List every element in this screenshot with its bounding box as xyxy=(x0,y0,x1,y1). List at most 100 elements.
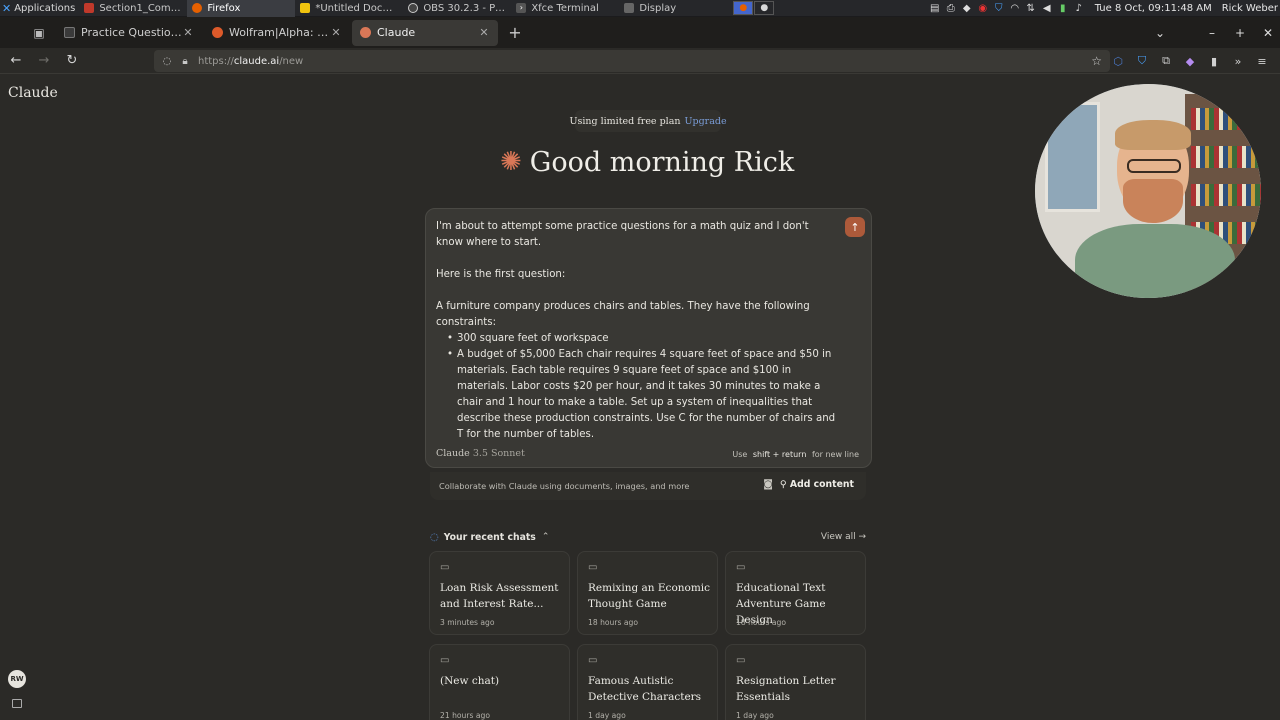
back-button[interactable]: ← xyxy=(4,50,28,72)
workspace-2[interactable]: ● xyxy=(754,1,775,15)
close-window-button[interactable]: ✕ xyxy=(1258,26,1278,40)
dropbox-icon[interactable]: ◆ xyxy=(961,3,973,15)
recent-chats-title[interactable]: Your recent chats xyxy=(444,532,536,543)
chat-bubble-icon: ▭ xyxy=(736,562,746,573)
paperclip-icon: ⚲ xyxy=(779,479,787,490)
model-name: Claude xyxy=(436,448,470,459)
volume-icon[interactable]: ◀ xyxy=(1041,3,1053,15)
task-document[interactable]: *Untitled Docume... xyxy=(295,0,403,17)
applications-menu[interactable]: ✕ Applications xyxy=(0,0,79,17)
workspace-pager[interactable]: ● ● xyxy=(733,1,775,15)
wolfram-icon xyxy=(212,27,223,38)
maximize-button[interactable]: + xyxy=(1230,26,1250,40)
new-tab-button[interactable]: + xyxy=(504,22,526,44)
model-selector[interactable]: Claude 3.5 Sonnet xyxy=(436,448,525,459)
extension-icon[interactable]: ⬡ xyxy=(1106,55,1130,68)
newline-hint: Use shift + return for new line xyxy=(732,450,859,459)
shield-icon[interactable]: ◌ xyxy=(162,56,172,67)
task-display[interactable]: Display xyxy=(619,0,727,17)
tab-wolfram-alpha[interactable]: Wolfram|Alpha: Computa ✕ xyxy=(204,20,350,46)
plan-text: Using limited free plan xyxy=(569,115,681,127)
forward-button[interactable]: → xyxy=(32,50,56,72)
address-bar[interactable]: ◌ 🔒︎ https://claude.ai/new ☆ xyxy=(154,50,1110,72)
extension-icon[interactable]: ◆ xyxy=(1178,55,1202,68)
network-icon[interactable]: ⇅ xyxy=(1025,3,1037,15)
chat-title: (New chat) xyxy=(440,675,500,687)
user-menu[interactable]: Rick Weber xyxy=(1222,3,1278,14)
chat-bubble-icon: ▭ xyxy=(736,655,746,666)
printer-icon[interactable]: ⎙ xyxy=(945,3,957,15)
clock[interactable]: Tue 8 Oct, 09:11:48 AM xyxy=(1095,3,1212,14)
chat-title: Remixing an Economic Thought Game xyxy=(588,582,711,610)
task-pdf[interactable]: Section1_Complet... xyxy=(79,0,187,17)
close-icon[interactable]: ✕ xyxy=(478,26,490,39)
message-paragraph: Here is the first question: xyxy=(436,269,566,280)
message-paragraph: A furniture company produces chairs and … xyxy=(436,301,810,328)
send-button[interactable]: ↑ xyxy=(845,217,865,237)
tab-label: Practice Questions for th xyxy=(81,26,182,39)
overflow-icon[interactable]: » xyxy=(1226,55,1250,68)
firefox-icon: ● xyxy=(739,3,748,13)
webcam-books xyxy=(1191,146,1261,168)
close-icon[interactable]: ✕ xyxy=(182,26,194,39)
tab-label: Wolfram|Alpha: Computa xyxy=(229,26,330,39)
greeting-text: Good morning Rick xyxy=(529,146,795,178)
url-host: claude.ai xyxy=(233,55,280,67)
reader-icon[interactable]: ▮ xyxy=(1202,55,1226,68)
recent-chat-card[interactable]: ▭ Famous Autistic Detective Characters 1… xyxy=(577,644,718,720)
lock-icon[interactable]: 🔒︎ xyxy=(180,56,190,67)
menu-icon[interactable]: ≡ xyxy=(1250,55,1274,68)
tab-claude[interactable]: Claude ✕ xyxy=(352,19,498,46)
sidebar-toggle-icon[interactable] xyxy=(12,699,22,708)
close-icon[interactable]: ✕ xyxy=(330,26,342,39)
chat-title: Famous Autistic Detective Characters xyxy=(588,675,702,703)
tab-list-icon[interactable]: ▣ xyxy=(28,22,50,44)
chat-bubble-icon: ▭ xyxy=(588,562,598,573)
tab-practice-questions[interactable]: Practice Questions for th ✕ xyxy=(56,20,202,46)
message-paragraph: I'm about to attempt some practice quest… xyxy=(436,221,809,248)
recent-chat-card[interactable]: ▭ (New chat) 21 hours ago xyxy=(429,644,570,720)
user-avatar[interactable]: RW xyxy=(8,670,26,688)
task-terminal[interactable]: › Xfce Terminal xyxy=(511,0,619,17)
task-firefox[interactable]: Firefox xyxy=(187,0,296,17)
chat-bubbles-icon: ◌ xyxy=(430,531,439,543)
clipboard-icon[interactable]: ▤ xyxy=(929,3,941,15)
battery-icon[interactable]: ▮ xyxy=(1057,3,1069,15)
add-content-button[interactable]: ⚲ Add content xyxy=(780,479,854,490)
upgrade-link[interactable]: Upgrade xyxy=(684,116,726,127)
url-path: /new xyxy=(279,55,304,67)
pdf-icon xyxy=(84,3,95,13)
workspace-1[interactable]: ● xyxy=(733,1,754,15)
chevron-up-icon[interactable]: ⌃ xyxy=(542,532,550,542)
url-protocol: https:// xyxy=(198,55,234,67)
webcam-books xyxy=(1191,184,1261,206)
chat-time: 3 minutes ago xyxy=(440,618,495,627)
puzzle-icon[interactable]: ⧉ xyxy=(1154,54,1178,68)
bell-icon[interactable]: ♪ xyxy=(1073,3,1085,15)
hint-use: Use xyxy=(732,450,748,459)
message-composer[interactable]: I'm about to attempt some practice quest… xyxy=(425,208,872,468)
brand-logo[interactable]: Claude xyxy=(8,85,58,101)
camera-icon[interactable]: ◙ xyxy=(763,479,773,490)
recent-chat-card[interactable]: ▭ Remixing an Economic Thought Game 18 h… xyxy=(577,551,718,635)
shield-icon[interactable]: ⛉ xyxy=(993,3,1005,15)
chevron-down-icon[interactable]: ⌄ xyxy=(1150,26,1170,40)
reload-button[interactable]: ↻ xyxy=(60,50,84,72)
arrow-up-icon: ↑ xyxy=(850,220,860,234)
os-taskbar: ✕ Applications Section1_Complet... Firef… xyxy=(0,0,1280,17)
bookmark-star-icon[interactable]: ☆ xyxy=(1091,54,1102,68)
recent-chat-card[interactable]: ▭ Resignation Letter Essentials 1 day ag… xyxy=(725,644,866,720)
bitwarden-icon[interactable]: ⛉ xyxy=(1130,54,1154,68)
task-obs[interactable]: OBS 30.2.3 - Profil... xyxy=(403,0,511,17)
wifi-icon[interactable]: ◠ xyxy=(1009,3,1021,15)
task-label: Firefox xyxy=(207,2,241,14)
view-all-link[interactable]: View all → xyxy=(821,532,866,542)
task-label: *Untitled Docume... xyxy=(315,2,399,14)
chat-time: 18 hours ago xyxy=(736,618,786,627)
minimize-button[interactable]: – xyxy=(1202,26,1222,40)
recent-chat-card[interactable]: ▭ Educational Text Adventure Game Design… xyxy=(725,551,866,635)
message-input[interactable]: I'm about to attempt some practice quest… xyxy=(436,219,836,443)
obs-record-icon[interactable]: ◉ xyxy=(977,3,989,15)
recent-chat-card[interactable]: ▭ Loan Risk Assessment and Interest Rate… xyxy=(429,551,570,635)
task-label: Xfce Terminal xyxy=(531,2,599,14)
